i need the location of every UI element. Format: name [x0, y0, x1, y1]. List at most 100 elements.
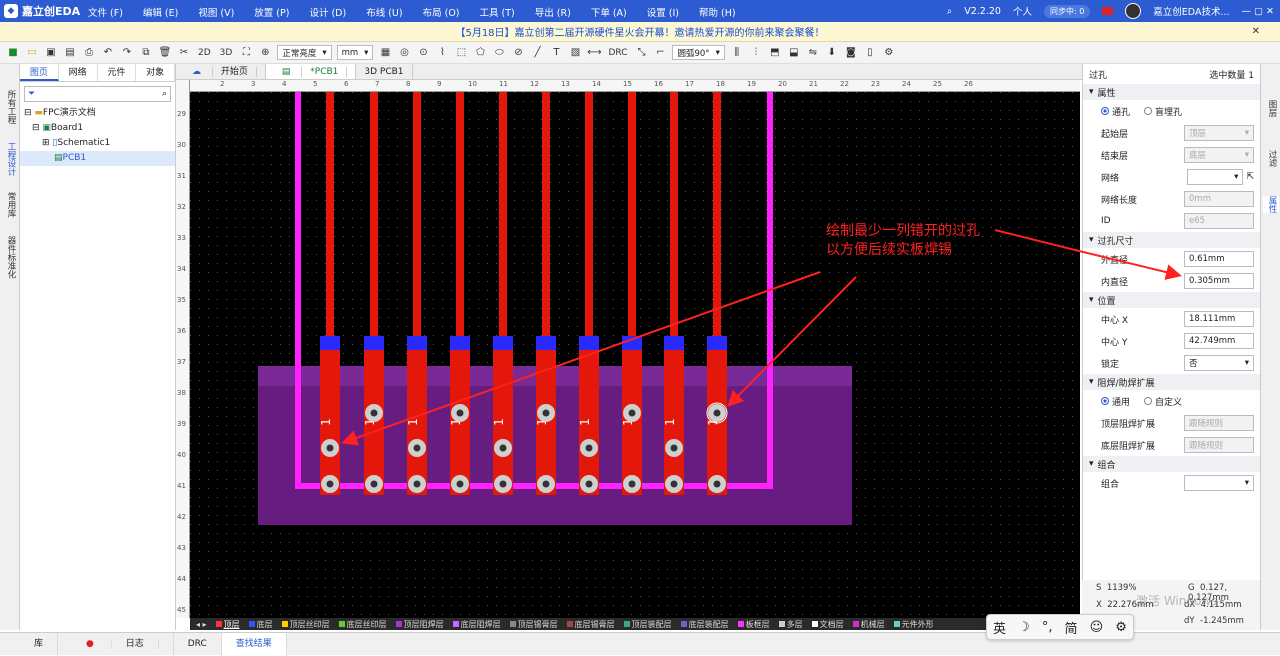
layer-up-icon[interactable]: ⬒: [768, 46, 782, 60]
tab-pages[interactable]: 图页: [20, 64, 59, 81]
section-group[interactable]: ▾ 组合: [1083, 456, 1260, 472]
pcb-canvas[interactable]: 1 1 1 1 1 1 1 1 1 1 绘制最少一列错开的过孔 以方便后续实板焊锡: [190, 92, 1080, 618]
scroll-arrows[interactable]: ◂ ▸: [196, 620, 207, 629]
camera-icon[interactable]: ◙: [844, 46, 858, 60]
tree-item-project[interactable]: ⊟ ▬FPC演示文档: [20, 106, 175, 121]
zoom-fit-icon[interactable]: ⛶: [239, 46, 253, 60]
outer-diameter-input[interactable]: 0.61mm: [1184, 251, 1254, 267]
lock-select[interactable]: 否 ▾: [1184, 355, 1254, 371]
tab-common-library[interactable]: 常用库: [2, 192, 18, 218]
user-name[interactable]: 嘉立创EDA技术...: [1153, 4, 1229, 18]
personal-dropdown[interactable]: 个人: [1013, 4, 1032, 18]
pad-icon[interactable]: ⊙: [416, 46, 430, 60]
radio-general[interactable]: 通用: [1101, 395, 1130, 408]
layer-down-icon[interactable]: ⬓: [787, 46, 801, 60]
menu-item[interactable]: 编辑 (E): [143, 5, 178, 19]
radio-custom[interactable]: 自定义: [1144, 395, 1182, 408]
ellipse-icon[interactable]: ⬭: [492, 46, 506, 60]
tab-library[interactable]: 库: [20, 632, 59, 656]
menu-item[interactable]: 导出 (R): [535, 5, 571, 19]
2d-button[interactable]: 2D: [196, 48, 213, 58]
layer-color-icon[interactable]: ■: [6, 46, 20, 60]
drc-button[interactable]: DRC: [606, 48, 629, 58]
copy-icon[interactable]: ⧉: [139, 46, 153, 60]
banner-text[interactable]: 【5月18日】嘉立创第二届开源硬件星火会开幕！邀请热爱开源的你前来聚会聚餐！: [455, 24, 824, 39]
net-select[interactable]: ▾: [1187, 169, 1244, 185]
align-icon[interactable]: ⫼: [730, 46, 744, 60]
angle-select[interactable]: 圆弧90° ▾: [672, 45, 725, 60]
tree-item-schematic[interactable]: ⊞ ▯Schematic1: [20, 136, 175, 151]
menu-item[interactable]: 帮助 (H): [699, 5, 736, 19]
inner-diameter-input[interactable]: 0.305mm: [1184, 273, 1254, 289]
section-via-size[interactable]: ▾ 过孔尺寸: [1083, 232, 1260, 248]
tab-pcb1[interactable]: ▤ *PCB1: [265, 64, 357, 79]
tab-log[interactable]: ● 日志: [58, 632, 174, 656]
layer-item[interactable]: 文档层: [811, 619, 844, 630]
tab-filter[interactable]: 过滤: [1263, 150, 1279, 167]
no-icon[interactable]: ⊘: [511, 46, 525, 60]
grid-icon[interactable]: ▦: [378, 46, 392, 60]
tab-3d-pcb1[interactable]: 3D PCB1: [356, 64, 413, 79]
menu-item[interactable]: 布线 (U): [366, 5, 402, 19]
via-icon[interactable]: ◎: [397, 46, 411, 60]
tab-find-results[interactable]: 查找结果: [221, 632, 287, 656]
layer-item[interactable]: 多层: [778, 619, 803, 630]
undo-icon[interactable]: ↶: [101, 46, 115, 60]
flip-icon[interactable]: ⇋: [806, 46, 820, 60]
tree-item-board[interactable]: ⊟ ▣Board1: [20, 121, 175, 136]
center-x-input[interactable]: 18.111mm: [1184, 311, 1254, 327]
moon-icon[interactable]: ☽: [1018, 620, 1030, 635]
announcement-banner[interactable]: 【5月18日】嘉立创第二届开源硬件星火会开幕！邀请热爱开源的你前来聚会聚餐！ ✕: [0, 22, 1280, 42]
layer-item[interactable]: 底层丝印层: [338, 619, 387, 630]
unit-select[interactable]: mm ▾: [336, 45, 374, 60]
delete-icon[interactable]: 🗑: [158, 46, 172, 60]
end-layer-select[interactable]: 底层 ▾: [1184, 147, 1254, 163]
layer-item[interactable]: 底层阻焊层: [452, 619, 501, 630]
section-mask-expansion[interactable]: ▾ 阻焊/助焊扩展: [1083, 374, 1260, 390]
app-logo[interactable]: ◆ 嘉立创EDA: [4, 3, 80, 19]
pick-net-icon[interactable]: ⇱: [1246, 172, 1254, 182]
ime-lang-button[interactable]: 英: [993, 618, 1006, 637]
polygon-icon[interactable]: ⬠: [473, 46, 487, 60]
ime-simplified-button[interactable]: 简: [1065, 618, 1078, 637]
window-controls[interactable]: — ▢ ✕: [1242, 6, 1274, 17]
menu-item[interactable]: 下单 (A): [591, 5, 627, 19]
gear-icon[interactable]: ⚙: [1115, 620, 1127, 635]
save-icon[interactable]: ▣: [44, 46, 58, 60]
menu-item[interactable]: 文件 (F): [88, 5, 123, 19]
tree-item-pcb[interactable]: ▤PCB1: [20, 151, 175, 166]
banner-close-icon[interactable]: ✕: [1252, 26, 1260, 37]
tab-components[interactable]: 元件: [98, 64, 137, 81]
menu-item[interactable]: 设置 (I): [647, 5, 679, 19]
open-folder-icon[interactable]: ▭: [25, 46, 39, 60]
brightness-select[interactable]: 正常亮度 ▾: [277, 45, 332, 60]
section-position[interactable]: ▾ 位置: [1083, 292, 1260, 308]
menu-item[interactable]: 工具 (T): [480, 5, 515, 19]
export-icon[interactable]: ⬇: [825, 46, 839, 60]
punct-icon[interactable]: °,: [1042, 620, 1053, 635]
layer-item[interactable]: 顶层锡膏层: [509, 619, 558, 630]
3d-button[interactable]: 3D: [218, 48, 235, 58]
layer-item[interactable]: 板框层: [737, 619, 770, 630]
tab-layers[interactable]: 图层: [1263, 100, 1279, 117]
ratsnest-icon[interactable]: ⤡: [634, 46, 648, 60]
layer-item[interactable]: 机械层: [852, 619, 885, 630]
file-icon[interactable]: ▯: [863, 46, 877, 60]
menu-item[interactable]: 放置 (P): [254, 5, 289, 19]
layer-item[interactable]: 顶层: [215, 619, 240, 630]
menu-item[interactable]: 视图 (V): [198, 5, 234, 19]
tab-objects[interactable]: 对象: [136, 64, 175, 81]
tab-properties[interactable]: 属性: [1263, 196, 1279, 213]
sync-status-button[interactable]: 同步中: 0: [1043, 4, 1091, 18]
menu-item[interactable]: 设计 (D): [309, 5, 346, 19]
search-icon[interactable]: ⌕: [162, 89, 167, 99]
emoji-icon[interactable]: ☺: [1090, 620, 1104, 635]
radio-blind[interactable]: 盲埋孔: [1144, 105, 1182, 118]
tab-component-standard[interactable]: 器件标准化: [2, 236, 18, 279]
layer-item[interactable]: 底层: [248, 619, 273, 630]
center-y-input[interactable]: 42.749mm: [1184, 333, 1254, 349]
group-select[interactable]: ▾: [1184, 475, 1254, 491]
dimension-icon[interactable]: ⟷: [587, 46, 601, 60]
section-attributes[interactable]: ▾ 属性: [1083, 84, 1260, 100]
search-icon[interactable]: ⌕: [947, 6, 952, 17]
